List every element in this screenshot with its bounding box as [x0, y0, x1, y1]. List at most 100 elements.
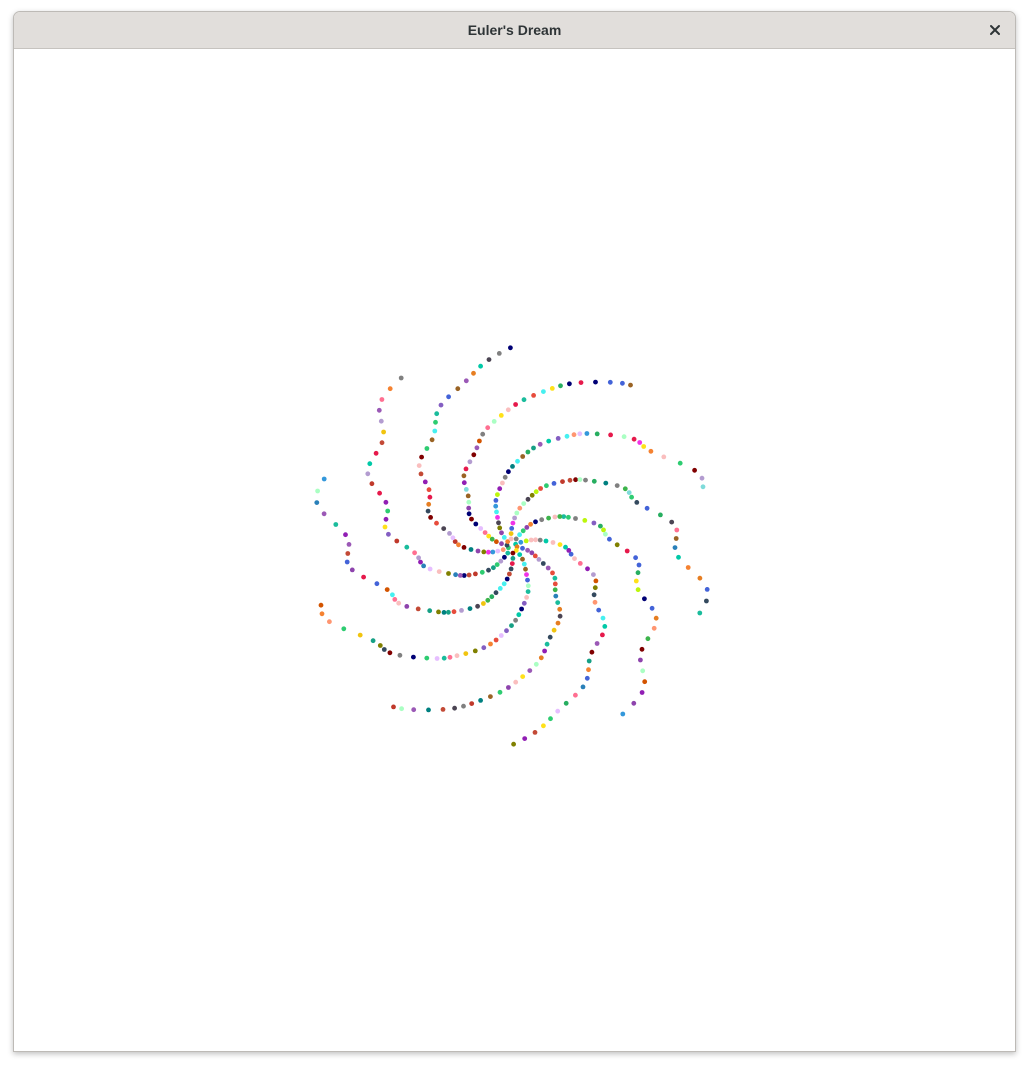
spiral-dot: [544, 641, 550, 647]
spiral-dot: [506, 685, 511, 690]
spiral-dot: [461, 703, 466, 709]
spiral-dot: [485, 597, 491, 603]
spiral-dot: [602, 624, 608, 629]
spiral-dot: [411, 654, 416, 660]
spiral-dot: [488, 694, 493, 699]
spiral-dot: [523, 566, 528, 572]
spiral-dot: [573, 477, 578, 483]
spiral-dot: [436, 569, 442, 574]
spiral-dot: [697, 610, 703, 616]
spiral-dot: [580, 684, 586, 690]
close-button[interactable]: [983, 18, 1007, 42]
spiral-dot: [520, 556, 525, 562]
spiral-dot: [544, 483, 549, 489]
spiral-dot: [528, 537, 534, 543]
spiral-dot: [494, 539, 499, 545]
spiral-dot: [523, 538, 529, 544]
spiral-dot: [481, 645, 487, 651]
spiral-dot: [536, 557, 542, 562]
spiral-dot: [475, 603, 480, 609]
spiral-dot: [385, 508, 391, 514]
spiral-dot: [321, 511, 327, 517]
spiral-dot: [433, 419, 438, 425]
spiral-dot: [507, 571, 512, 577]
spiral-dot: [418, 471, 424, 477]
spiral-dot: [524, 525, 530, 530]
drawing-canvas: [14, 49, 1015, 1051]
spiral-dot: [486, 567, 491, 573]
spiral-dot: [509, 561, 515, 566]
spiral-dot: [593, 379, 598, 385]
spiral-dot: [566, 548, 572, 553]
window-title: Euler's Dream: [467, 22, 562, 38]
spiral-dot: [639, 646, 645, 652]
spiral-dot: [633, 578, 639, 584]
spiral-dot: [459, 608, 464, 613]
spiral-dot: [566, 514, 571, 520]
spiral-dot: [622, 486, 628, 492]
spiral-dot: [594, 641, 600, 646]
spiral-dot: [463, 487, 469, 492]
spiral-dot: [434, 411, 440, 417]
spiral-dot: [471, 452, 477, 458]
spiral-dot: [551, 481, 557, 486]
spiral-dot: [600, 615, 606, 621]
spiral-dot: [700, 484, 706, 490]
spiral-dot: [586, 667, 591, 673]
spiral-dot: [491, 565, 496, 571]
spiral-dot: [514, 510, 520, 516]
spiral-dot: [383, 499, 389, 505]
spiral-dot: [500, 547, 506, 553]
spiral-dot: [520, 545, 525, 551]
spiral-dot: [633, 555, 638, 561]
spiral-dot: [591, 520, 597, 526]
spiral-dot: [645, 636, 651, 642]
spiral-dot: [499, 541, 504, 547]
spiral-dot: [547, 634, 553, 640]
spiral-dot: [379, 397, 385, 402]
spiral-dot: [674, 527, 680, 533]
spiral-dot: [521, 501, 527, 506]
spiral-dot: [481, 601, 486, 606]
spiral-dot: [446, 394, 451, 400]
title-bar[interactable]: Euler's Dream: [14, 12, 1015, 49]
spiral-dot: [600, 632, 605, 638]
spiral-dot: [499, 530, 504, 536]
spiral-dot: [506, 469, 511, 475]
spiral-dot: [550, 540, 556, 545]
spiral-dot: [557, 542, 563, 547]
spiral-dot: [387, 650, 393, 656]
spiral-dot: [504, 628, 509, 634]
spiral-dot: [537, 537, 543, 543]
spiral-dot: [341, 626, 347, 632]
spiral-dot: [551, 627, 557, 633]
spiral-dot: [447, 531, 452, 536]
spiral-dot: [685, 565, 691, 570]
spiral-dot: [383, 516, 389, 522]
spiral-dot: [415, 606, 421, 612]
spiral-dot: [538, 655, 544, 661]
spiral-dot: [500, 480, 505, 486]
spiral-dot: [471, 370, 476, 376]
spiral-dot: [493, 637, 499, 643]
spiral-dot: [510, 520, 516, 526]
spiral-dot: [510, 464, 515, 469]
spiral-dot: [557, 514, 563, 519]
spiral-dot: [461, 473, 467, 479]
spiral-dot: [394, 538, 400, 544]
spiral-dot: [614, 483, 620, 488]
spiral-dot: [533, 661, 539, 667]
spiral-dot: [563, 700, 569, 706]
spiral-dot: [497, 689, 503, 695]
spiral-dot: [381, 647, 387, 652]
spiral-dot: [525, 583, 531, 589]
spiral-dot: [517, 505, 523, 511]
spiral-dot: [440, 707, 446, 712]
spiral-dot: [452, 705, 457, 711]
spiral-dot: [509, 623, 514, 628]
spiral-dot: [453, 572, 458, 578]
spiral-dot: [533, 537, 538, 543]
spiral-dot: [584, 431, 590, 436]
spiral-dot: [513, 536, 519, 542]
spiral-dot: [564, 433, 570, 439]
